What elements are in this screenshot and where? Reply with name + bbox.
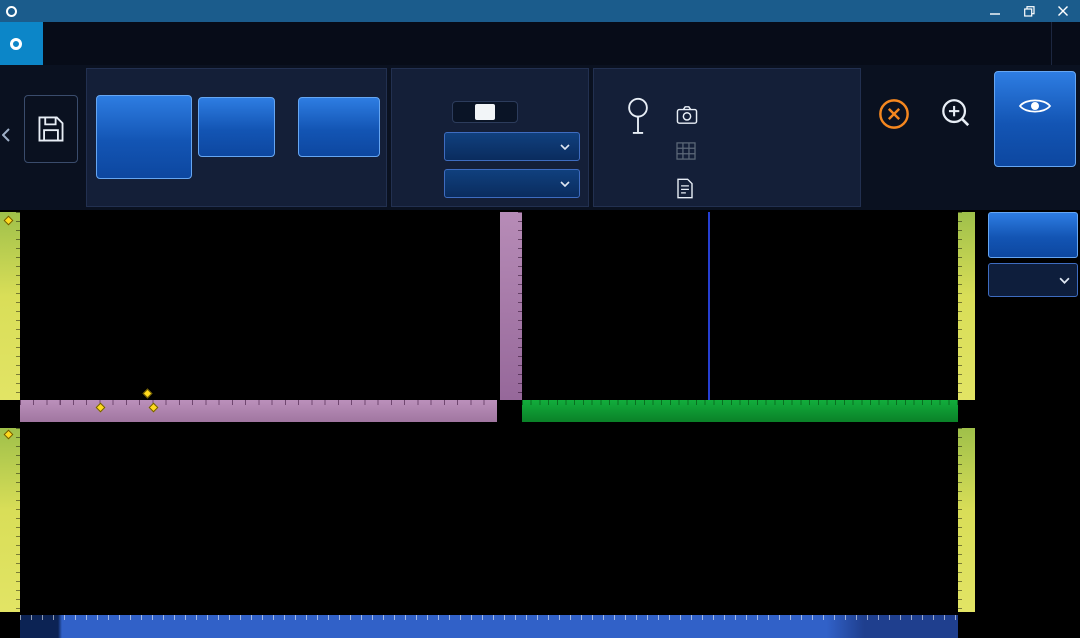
cscan-scan-ruler[interactable] [20, 615, 958, 638]
titlebar [0, 0, 1080, 22]
app-logo-icon [6, 5, 17, 17]
tofd-depth-scale[interactable] [500, 212, 522, 400]
toggle-knob[interactable] [475, 104, 495, 120]
toolbar [0, 65, 1080, 210]
omnipc-window [0, 0, 1080, 638]
chevron-down-icon [560, 143, 570, 150]
auto-field[interactable] [198, 97, 275, 157]
cursor-marker-icon[interactable] [95, 402, 106, 413]
collapse-toolbar-button[interactable] [2, 125, 14, 145]
reset-zoom-icon[interactable] [878, 98, 910, 130]
restore-icon [1023, 5, 1035, 17]
group-mode-dropdown[interactable] [988, 263, 1078, 297]
add-indication-icon[interactable] [624, 96, 652, 140]
cscan-view[interactable] [20, 428, 958, 612]
save-button[interactable] [24, 95, 78, 163]
version-label [1051, 22, 1080, 65]
single-multiple-toggle[interactable] [452, 101, 518, 123]
print-screen-icon[interactable] [676, 105, 698, 125]
indications-panel [593, 68, 861, 207]
data-panel [86, 68, 387, 207]
chevron-down-icon [560, 180, 570, 187]
tofd-view[interactable] [522, 212, 958, 400]
window-controls [978, 0, 1080, 22]
vpa-field[interactable] [298, 97, 380, 157]
ascan-ultrasound-ruler[interactable] [20, 400, 497, 422]
cscan-image [20, 428, 958, 612]
omnipc-logo-icon [10, 37, 22, 50]
readings-sidebar [988, 210, 1080, 638]
tofd-amplitude-scale[interactable] [958, 212, 975, 400]
gate-marker-diamond-icon[interactable] [3, 215, 14, 226]
view-button[interactable] [994, 71, 1076, 167]
cscan-amplitude-scale[interactable] [958, 428, 975, 612]
zoom-icon[interactable] [940, 97, 972, 129]
ascan-view[interactable] [20, 212, 497, 400]
chevron-left-icon [2, 128, 10, 142]
report-icon[interactable] [676, 178, 694, 199]
save-icon [38, 116, 64, 142]
tofd-image [522, 212, 958, 400]
ascan-waveform [20, 212, 497, 400]
minimize-icon [990, 13, 1000, 15]
cscan-index-scale[interactable] [0, 428, 20, 612]
restore-button[interactable] [1012, 0, 1046, 22]
eye-icon [1018, 99, 1052, 113]
gate-marker-diamond-icon[interactable] [3, 429, 14, 440]
chevron-down-icon [1059, 277, 1070, 284]
minimize-button[interactable] [978, 0, 1012, 22]
tofd-cursor-line[interactable] [708, 212, 710, 400]
tofd-index-ruler[interactable] [522, 400, 958, 422]
layouts-dropdown[interactable] [444, 132, 580, 161]
close-icon [1058, 6, 1068, 16]
menu-omnipc[interactable] [0, 22, 43, 65]
indication-table-icon [676, 142, 696, 160]
cursor-marker-icon[interactable] [148, 402, 159, 413]
scan-position-field[interactable] [988, 212, 1078, 258]
menubar [0, 22, 1080, 65]
ascan-amplitude-scale[interactable] [0, 212, 20, 400]
groups-layout-panel [391, 68, 589, 207]
groups-dropdown[interactable] [444, 169, 580, 198]
close-button[interactable] [1046, 0, 1080, 22]
gain-field[interactable] [96, 95, 192, 179]
display-area [0, 210, 1080, 638]
